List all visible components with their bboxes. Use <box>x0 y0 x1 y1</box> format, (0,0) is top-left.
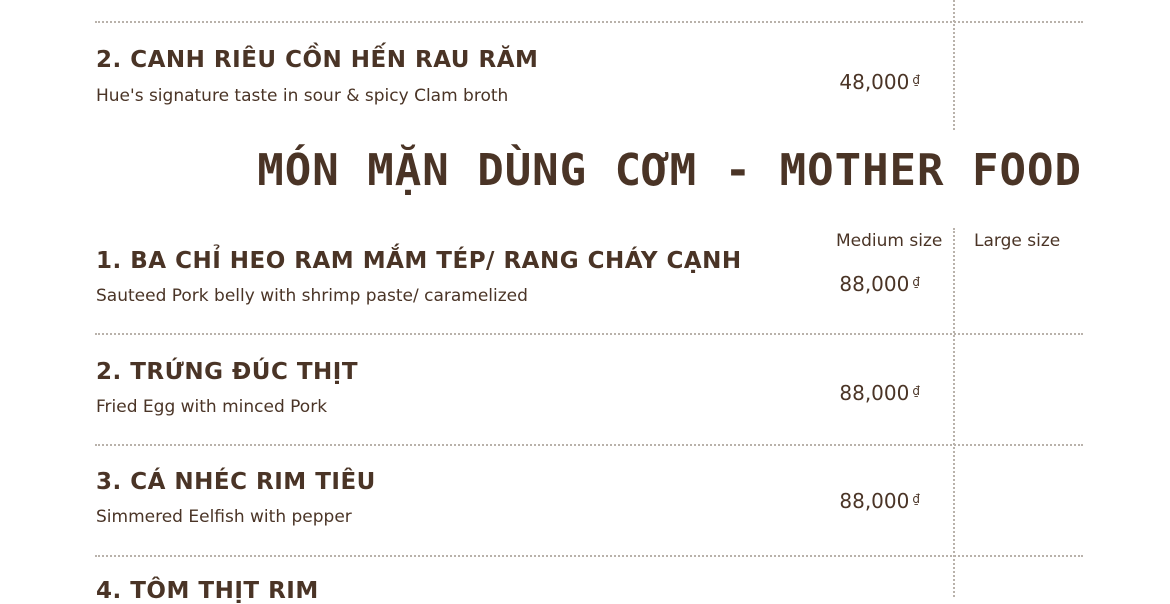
currency-symbol: ₫ <box>912 492 920 506</box>
menu-item-name: 2. CANH RIÊU CỒN HẾN RAU RĂM <box>96 47 539 73</box>
column-header-medium: Medium size <box>836 231 943 251</box>
currency-symbol: ₫ <box>912 275 920 289</box>
menu-item-price: 88,000 ₫ <box>839 272 920 296</box>
row-divider <box>95 21 1083 23</box>
menu-item-description: Hue's signature taste in sour & spicy Cl… <box>96 86 509 106</box>
price-value: 48,000 <box>839 70 910 94</box>
price-value: 88,000 <box>839 272 910 296</box>
column-divider <box>953 228 955 597</box>
currency-symbol: ₫ <box>912 384 920 398</box>
menu-item-description: Sauteed Pork belly with shrimp paste/ ca… <box>96 286 528 306</box>
price-value: 88,000 <box>839 489 910 513</box>
menu-item-description: Simmered Eelfish with pepper <box>96 507 352 527</box>
menu-item-description: Fried Egg with minced Pork <box>96 397 328 417</box>
section-title: MÓN MẶN DÙNG CƠM - MOTHER FOOD <box>257 145 1082 196</box>
price-value: 88,000 <box>839 381 910 405</box>
menu-item-name: 1. BA CHỈ HEO RAM MẮM TÉP/ RANG CHÁY CẠN… <box>96 248 742 274</box>
currency-symbol: ₫ <box>912 73 920 87</box>
row-divider <box>95 333 1083 335</box>
menu-item-price: 48,000 ₫ <box>839 70 920 94</box>
row-divider <box>95 555 1083 557</box>
column-divider <box>953 0 955 130</box>
menu-item-price: 88,000 ₫ <box>839 381 920 405</box>
menu-item-name: 4. TÔM THỊT RIM <box>96 578 319 604</box>
row-divider <box>95 444 1083 446</box>
column-header-large: Large size <box>974 231 1061 251</box>
menu-item-price: 88,000 ₫ <box>839 489 920 513</box>
menu-item-name: 3. CÁ NHÉC RIM TIÊU <box>96 469 376 495</box>
menu-item-name: 2. TRỨNG ĐÚC THỊT <box>96 359 359 385</box>
